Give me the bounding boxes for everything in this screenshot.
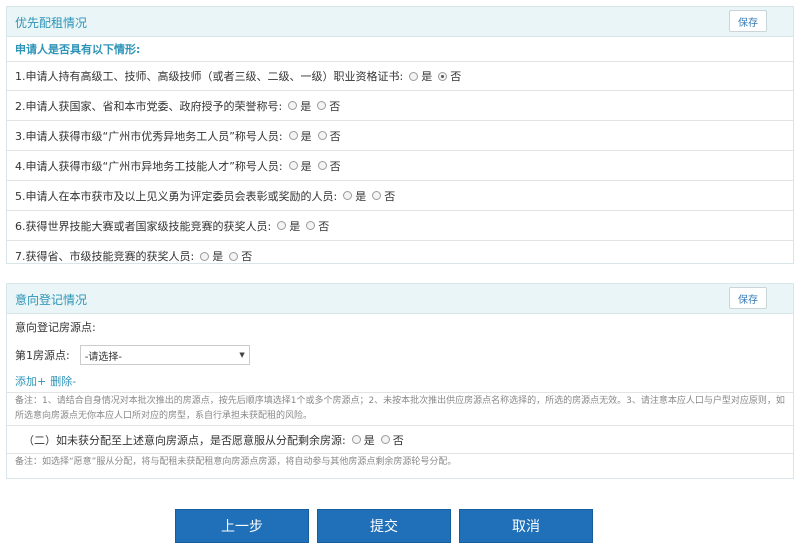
preferential-item-6: 6.获得世界技能大赛或者国家级技能竞赛的获奖人员: 是 否	[7, 211, 793, 241]
submit-button[interactable]: 提交	[317, 509, 451, 543]
item-label: 6.获得世界技能大赛或者国家级技能竞赛的获奖人员:	[15, 219, 272, 233]
intent-note-1: 备注：1、请结合自身情况对本批次推出的房源点，按先后顺序填选择1个或多个房源点；…	[7, 392, 793, 426]
yes-radio[interactable]: 是	[288, 158, 312, 174]
yes-radio[interactable]: 是	[409, 68, 432, 84]
add-delete-row: 添加+ 删除-	[7, 370, 793, 392]
accept-allocation-label: （二）如未获分配至上述意向房源点，是否愿意服从分配剩余房源:	[23, 433, 346, 447]
radio-dot-icon	[343, 191, 353, 200]
preferential-subtitle: 申请人是否具有以下情形:	[15, 43, 141, 56]
select-value: -请选择-	[84, 351, 122, 363]
no-radio[interactable]: 否	[306, 218, 329, 234]
preferential-item-5: 5.申请人在本市获市及以上见义勇为评定委员会表彰或奖励的人员: 是 否	[7, 181, 793, 211]
accept-allocation-row: （二）如未获分配至上述意向房源点，是否愿意服从分配剩余房源: 是 否	[7, 426, 793, 454]
item-label: 4.申请人获得市级“广州市异地务工技能人才”称号人员:	[15, 159, 283, 173]
yes-radio[interactable]: 是	[200, 248, 223, 264]
radio-dot-icon	[229, 251, 239, 261]
no-radio[interactable]: 否	[317, 128, 341, 144]
no-radio[interactable]: 否	[380, 432, 404, 448]
no-radio[interactable]: 否	[317, 158, 341, 174]
intent-panel-title: 意向登记情况	[15, 293, 88, 307]
prev-step-button[interactable]: 上一步	[175, 509, 309, 543]
yes-radio[interactable]: 是	[277, 218, 300, 234]
first-source-row: 第1房源点: -请选择- ▼	[7, 340, 793, 370]
radio-dot-icon	[288, 161, 298, 170]
yes-radio[interactable]: 是	[351, 432, 375, 448]
preferential-item-4: 4.申请人获得市级“广州市异地务工技能人才”称号人员: 是 否	[7, 151, 793, 181]
no-radio[interactable]: 否	[229, 248, 252, 264]
item-label: 2.申请人获国家、省和本市党委、政府授予的荣誉称号:	[15, 99, 283, 113]
item-label: 1.申请人持有高级工、技师、高级技师（或者三级、二级、一级）职业资格证书:	[15, 70, 404, 83]
delete-source-link[interactable]: 删除-	[50, 373, 76, 389]
item-label: 5.申请人在本市获市及以上见义勇为评定委员会表彰或奖励的人员:	[15, 189, 338, 203]
no-radio[interactable]: 否	[317, 98, 340, 114]
intent-panel-header: 意向登记情况 保存	[7, 284, 793, 314]
radio-dot-icon	[288, 131, 298, 140]
add-source-link[interactable]: 添加+	[15, 373, 46, 389]
intent-save-button[interactable]: 保存	[729, 287, 767, 309]
intent-panel: 意向登记情况 保存 意向登记房源点: 第1房源点: -请选择- ▼ 添加+ 删除…	[6, 283, 794, 479]
preferential-save-button[interactable]: 保存	[729, 10, 767, 32]
yes-radio[interactable]: 是	[288, 128, 312, 144]
intent-source-row: 意向登记房源点:	[7, 314, 793, 340]
first-source-label: 第1房源点:	[15, 349, 70, 362]
preferential-item-2: 2.申请人获国家、省和本市党委、政府授予的荣誉称号: 是 否	[7, 91, 793, 121]
radio-dot-icon	[317, 101, 327, 110]
yes-radio[interactable]: 是	[288, 98, 311, 114]
preferential-item-1: 1.申请人持有高级工、技师、高级技师（或者三级、二级、一级）职业资格证书: 是 …	[7, 61, 793, 91]
chevron-down-icon: ▼	[239, 351, 245, 359]
item-label: 7.获得省、市级技能竞赛的获奖人员:	[15, 250, 195, 263]
preferential-panel: 优先配租情况 保存 申请人是否具有以下情形: 1.申请人持有高级工、技师、高级技…	[6, 6, 794, 264]
preferential-panel-header: 优先配租情况 保存	[7, 7, 793, 37]
intent-note-2: 备注：如选择“愿意”服从分配，将与配租未获配租意向房源点房源，将自动参与其他房源…	[15, 456, 457, 467]
intent-source-label: 意向登记房源点:	[15, 321, 96, 334]
radio-dot-icon	[317, 161, 327, 170]
radio-dot-icon	[351, 435, 361, 444]
radio-dot-icon	[409, 71, 419, 81]
radio-dot-icon	[306, 221, 316, 230]
radio-dot-icon	[200, 251, 210, 261]
radio-dot-icon	[317, 131, 327, 140]
radio-dot-icon	[372, 191, 382, 200]
radio-dot-icon	[380, 435, 390, 444]
radio-dot-icon	[438, 71, 448, 81]
radio-dot-icon	[288, 101, 298, 110]
preferential-item-7: 7.获得省、市级技能竞赛的获奖人员: 是 否	[7, 241, 793, 271]
yes-radio[interactable]: 是	[343, 188, 366, 204]
first-source-select[interactable]: -请选择- ▼	[79, 345, 250, 365]
no-radio[interactable]: 否	[438, 68, 461, 84]
preferential-item-3: 3.申请人获得市级“广州市优秀异地务工人员”称号人员: 是 否	[7, 121, 793, 151]
cancel-button[interactable]: 取消	[459, 509, 593, 543]
item-label: 3.申请人获得市级“广州市优秀异地务工人员”称号人员:	[15, 129, 283, 143]
action-bar: 上一步 提交 取消	[0, 509, 800, 543]
no-radio[interactable]: 否	[372, 188, 395, 204]
radio-dot-icon	[277, 221, 287, 230]
preferential-panel-title: 优先配租情况	[15, 16, 88, 30]
